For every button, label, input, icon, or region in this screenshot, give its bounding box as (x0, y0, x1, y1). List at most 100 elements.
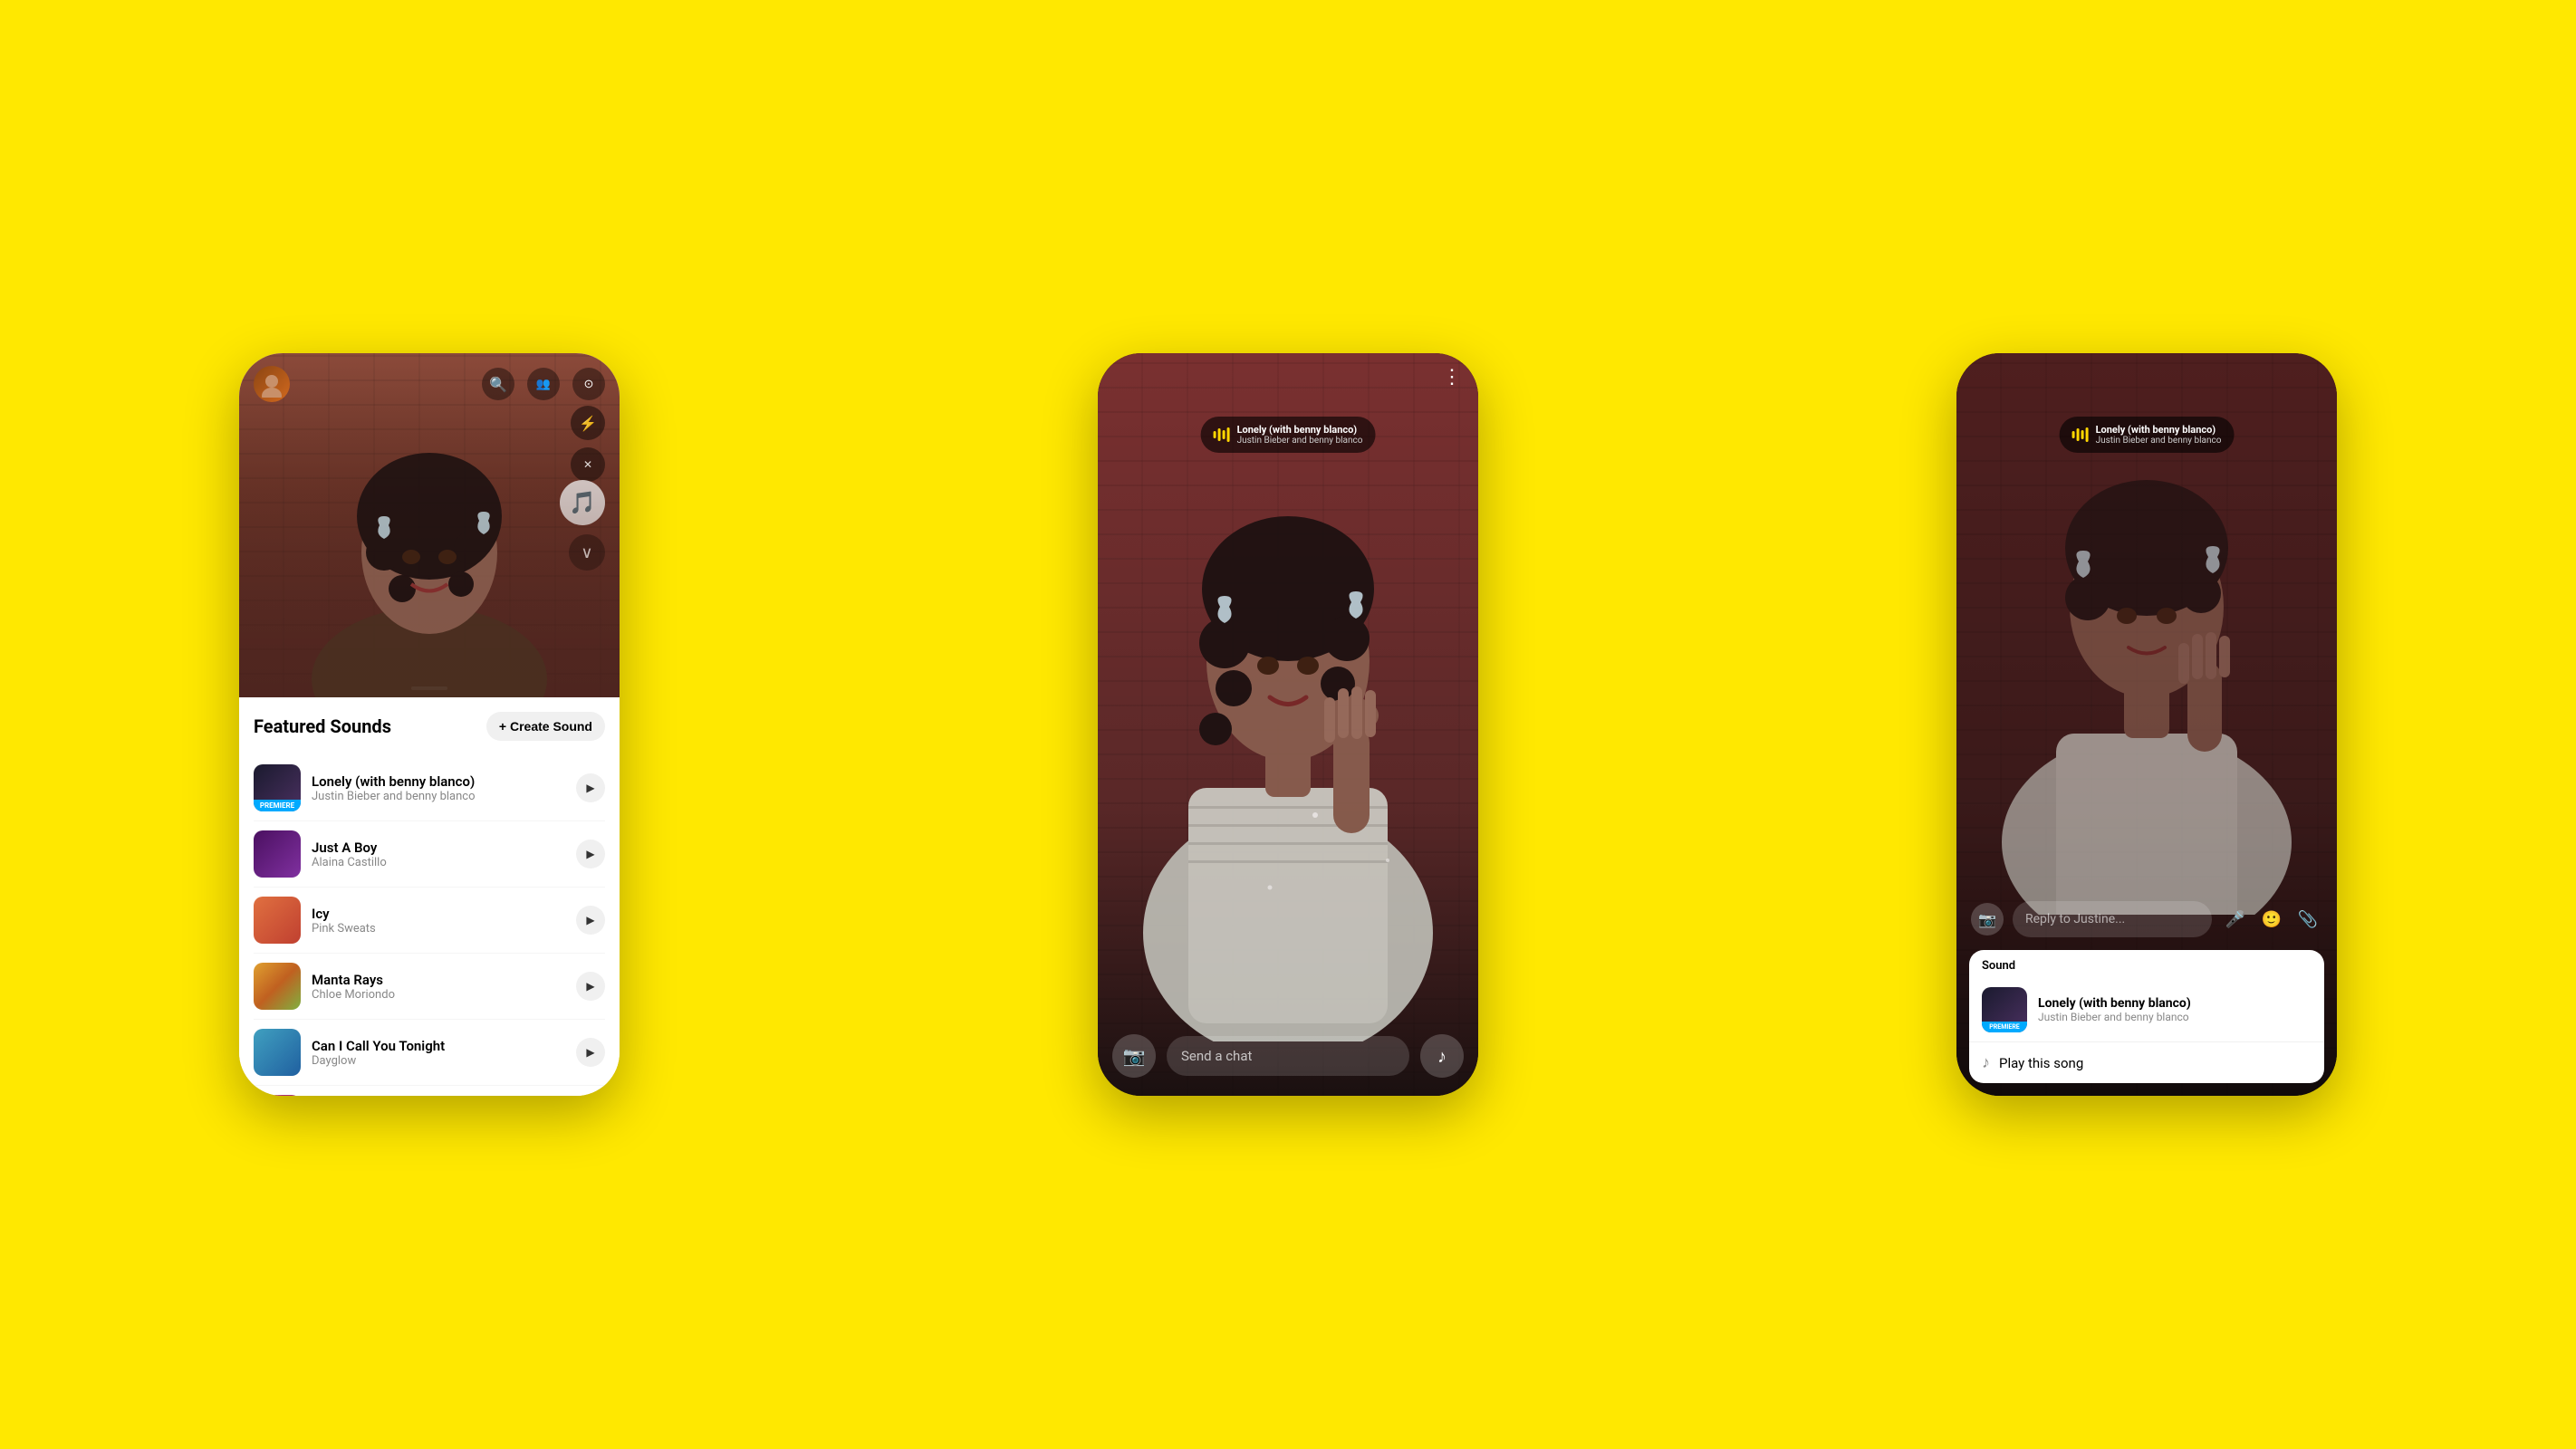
sound-item-canicall: Can I Call You Tonight Dayglow ▶ (254, 1020, 605, 1086)
reply-bar: 📷 Reply to Justine... 🎤 🙂 📎 (1956, 888, 2337, 950)
sound-name-icy: Icy (312, 906, 565, 922)
wave-bar-1 (1214, 431, 1216, 438)
play-button-canicall[interactable]: ▶ (576, 1038, 605, 1067)
camera-button-2[interactable]: 📷 (1112, 1034, 1156, 1078)
more-options-button[interactable]: ⋮ (1442, 366, 1464, 389)
music-note-button-2[interactable]: ♪ (1420, 1034, 1464, 1078)
featured-sounds-header: Featured Sounds + Create Sound (254, 712, 605, 741)
sound-thumb-justboy (254, 830, 301, 878)
sound-artist-canicall: Dayglow (312, 1054, 565, 1068)
capture-mode-button[interactable]: ⊙ (572, 368, 605, 400)
sound-item-justboy: Just A Boy Alaina Castillo ▶ (254, 821, 605, 888)
sound-name-lonely: Lonely (with benny blanco) (312, 773, 565, 790)
phone1-top-bar: 🔍 👥 ⊙ (239, 353, 620, 415)
sound-artist-icy: Pink Sweats (312, 922, 565, 936)
camera-button-3[interactable]: 📷 (1971, 903, 2004, 936)
emoji-button[interactable]: 🙂 (2257, 905, 2286, 934)
phone-3: Lonely (with benny blanco) Justin Bieber… (1956, 353, 2337, 1096)
reply-placeholder: Reply to Justine... (2025, 912, 2125, 926)
phone2-camera-area: ⋮ Lonely (with benny blanco) Justin Bieb… (1098, 353, 1478, 1096)
sound-thumb-posthumorous (254, 1095, 301, 1096)
sound-name-justboy: Just A Boy (312, 840, 565, 856)
play-this-song-button[interactable]: ♪ Play this song (1969, 1042, 2324, 1083)
top-icons-right: 🔍 👥 ⊙ (482, 368, 605, 400)
play-button-manta[interactable]: ▶ (576, 972, 605, 1001)
sound-artist-justboy: Alaina Castillo (312, 856, 565, 869)
reply-input[interactable]: Reply to Justine... (2013, 901, 2212, 937)
wave-bar-3-3 (2081, 430, 2084, 439)
emoji-icon: 🙂 (2262, 910, 2282, 929)
sound-thumb-manta (254, 963, 301, 1010)
sound-info-justboy: Just A Boy Alaina Castillo (312, 840, 565, 869)
phone3-camera-area: Lonely (with benny blanco) Justin Bieber… (1956, 353, 2337, 1096)
sticker-icon: 📎 (2298, 910, 2318, 929)
featured-sounds-panel: Featured Sounds + Create Sound PREMIERE … (239, 697, 620, 1096)
sound-item-manta: Manta Rays Chloe Moriondo ▶ (254, 954, 605, 1020)
sound-info-canicall: Can I Call You Tonight Dayglow (312, 1038, 565, 1068)
sound-card-thumb: PREMIERE (1982, 987, 2027, 1032)
sound-info-icy: Icy Pink Sweats (312, 906, 565, 936)
reply-icons: 🎤 🙂 📎 (2221, 905, 2322, 934)
phone-2: ⋮ Lonely (with benny blanco) Justin Bieb… (1098, 353, 1478, 1096)
play-button-lonely[interactable]: ▶ (576, 773, 605, 802)
person-silhouette-1 (293, 371, 565, 697)
sound-thumb-icy (254, 897, 301, 944)
camera-icon-3: 📷 (1978, 911, 1996, 928)
sound-card-name: Lonely (with benny blanco) (2038, 996, 2312, 1011)
sound-waves-icon-3 (2072, 427, 2089, 442)
wave-bar-3-4 (2086, 427, 2089, 442)
sound-thumb-canicall (254, 1029, 301, 1076)
song-pill-artist-2: Justin Bieber and benny blanco (1237, 436, 1363, 446)
song-pill-artist-3: Justin Bieber and benny blanco (2096, 436, 2222, 446)
play-button-justboy[interactable]: ▶ (576, 840, 605, 868)
play-this-song-label: Play this song (1999, 1055, 2083, 1071)
wave-bar-3-1 (2072, 431, 2075, 438)
song-pill-2[interactable]: Lonely (with benny blanco) Justin Bieber… (1201, 417, 1376, 453)
sound-section-label: Sound (1969, 950, 2324, 978)
sound-artist-manta: Chloe Moriondo (312, 988, 565, 1002)
create-sound-button[interactable]: + Create Sound (486, 712, 605, 741)
avatar[interactable] (254, 366, 290, 402)
more-dots-icon: ⋮ (1442, 366, 1464, 389)
microphone-button[interactable]: 🎤 (2221, 905, 2250, 934)
sound-name-canicall: Can I Call You Tonight (312, 1038, 565, 1054)
song-pill-title-2: Lonely (with benny blanco) (1237, 424, 1363, 436)
music-note-play-icon: ♪ (1982, 1053, 1990, 1072)
search-icon: 🔍 (489, 376, 507, 393)
phone3-bottom-area: 📷 Reply to Justine... 🎤 🙂 📎 (1956, 888, 2337, 1096)
camera-icon-2: 📷 (1123, 1045, 1146, 1067)
play-button-icy[interactable]: ▶ (576, 906, 605, 935)
sound-info-manta: Manta Rays Chloe Moriondo (312, 972, 565, 1002)
song-pill-3[interactable]: Lonely (with benny blanco) Justin Bieber… (2060, 417, 2235, 453)
sound-thumb-lonely: PREMIERE (254, 764, 301, 811)
person-silhouette-3 (1993, 408, 2301, 915)
search-button[interactable]: 🔍 (482, 368, 514, 400)
sound-waves-icon (1214, 427, 1230, 442)
sound-card: Sound PREMIERE Lonely (with benny blanco… (1969, 950, 2324, 1083)
add-friend-button[interactable]: 👥 (527, 368, 560, 400)
sound-item-lonely: PREMIERE Lonely (with benny blanco) Just… (254, 755, 605, 821)
avatar-icon (258, 370, 285, 398)
sound-name-manta: Manta Rays (312, 972, 565, 988)
sound-info-lonely: Lonely (with benny blanco) Justin Bieber… (312, 773, 565, 803)
premiere-badge: PREMIERE (254, 800, 301, 811)
sound-card-artist: Justin Bieber and benny blanco (2038, 1011, 2312, 1023)
send-chat-input[interactable]: Send a chat (1167, 1036, 1409, 1076)
sound-card-item[interactable]: PREMIERE Lonely (with benny blanco) Just… (1969, 978, 2324, 1042)
phone1-camera-area: 🔍 👥 ⊙ ⚡ ✕ 🎵 ∨ (239, 353, 620, 697)
song-pill-info-2: Lonely (with benny blanco) Justin Bieber… (1237, 424, 1363, 446)
wave-bar-2 (1218, 428, 1221, 441)
music-icon-2: ♪ (1437, 1045, 1447, 1068)
wave-bar-3 (1223, 430, 1226, 439)
sound-item-posthumorous: Post-Humorous Gus Dapperton ▶ (254, 1086, 605, 1096)
sound-card-info: Lonely (with benny blanco) Justin Bieber… (2038, 996, 2312, 1023)
sound-item-icy: Icy Pink Sweats ▶ (254, 888, 605, 954)
phone-1: 🔍 👥 ⊙ ⚡ ✕ 🎵 ∨ (239, 353, 620, 1096)
song-pill-info-3: Lonely (with benny blanco) Justin Bieber… (2096, 424, 2222, 446)
sound-card-premiere-badge: PREMIERE (1982, 1022, 2027, 1032)
sticker-button[interactable]: 📎 (2293, 905, 2322, 934)
sound-artist-lonely: Justin Bieber and benny blanco (312, 790, 565, 803)
wave-bar-4 (1227, 427, 1230, 442)
song-pill-title-3: Lonely (with benny blanco) (2096, 424, 2222, 436)
send-chat-placeholder: Send a chat (1181, 1048, 1252, 1064)
